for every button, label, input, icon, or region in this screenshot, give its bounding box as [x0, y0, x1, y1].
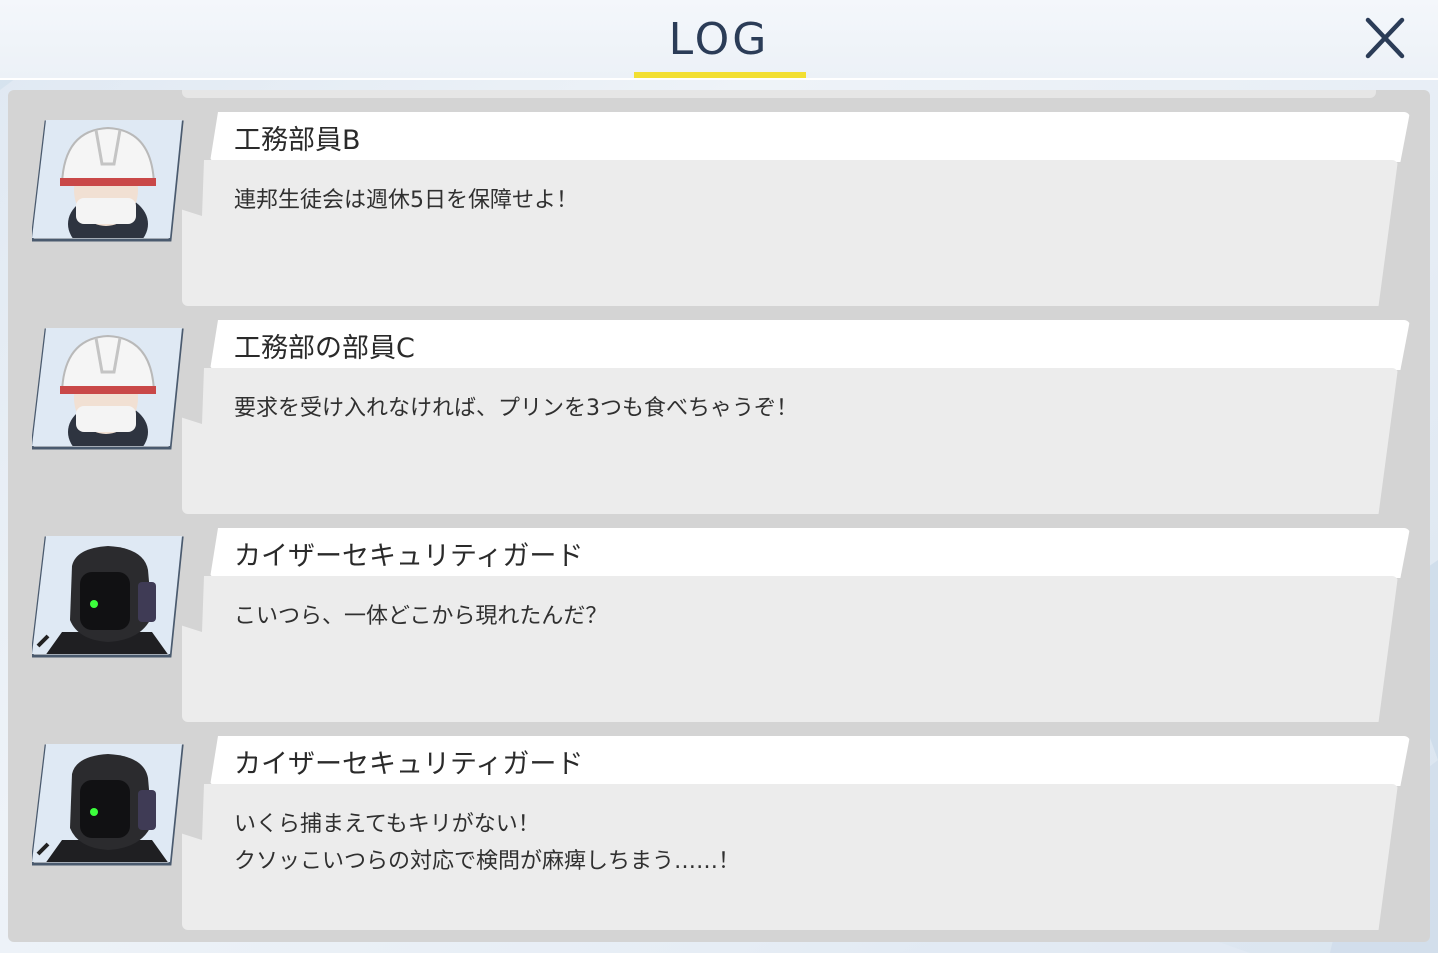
name-strip	[210, 112, 1410, 162]
title-underline	[634, 72, 806, 78]
helmet-mask-portrait-icon	[30, 328, 184, 450]
robot-guard-portrait-icon	[30, 744, 184, 866]
close-icon	[1365, 17, 1405, 59]
helmet-mask-portrait-icon	[30, 120, 184, 242]
previous-entry-edge	[182, 90, 1376, 98]
message-text: いくら捕まえてもキリがない！ クソッこいつらの対応で検問が麻痺しちまう……！	[234, 812, 741, 874]
speaker-avatar	[30, 536, 184, 660]
speaker-name: 工務部の部員C	[234, 333, 415, 364]
log-entry: カイザーセキュリティガード いくら捕まえてもキリがない！ クソッこいつらの対応で…	[8, 714, 1430, 930]
log-entry: 工務部員B 連邦生徒会は週休5日を保障せよ！	[8, 90, 1430, 306]
speaker-name: 工務部員B	[234, 125, 361, 156]
log-list[interactable]: 工務部員B 連邦生徒会は週休5日を保障せよ！ 工務部の部員C 要求を受け入れなけ…	[8, 90, 1430, 942]
log-entry: カイザーセキュリティガード こいつら、一体どこから現れたんだ？	[8, 506, 1430, 722]
message-text: 連邦生徒会は週休5日を保障せよ！	[234, 188, 578, 213]
close-button[interactable]	[1358, 12, 1412, 66]
log-title: LOG	[668, 14, 770, 65]
log-header: LOG	[0, 0, 1438, 80]
speaker-name: カイザーセキュリティガード	[234, 541, 584, 572]
speaker-avatar	[30, 744, 184, 868]
speaker-avatar	[30, 328, 184, 452]
message-text: こいつら、一体どこから現れたんだ？	[234, 604, 608, 629]
robot-guard-portrait-icon	[30, 536, 184, 658]
speaker-name: カイザーセキュリティガード	[234, 749, 584, 780]
log-entry: 工務部の部員C 要求を受け入れなければ、プリンを3つも食べちゃうぞ！	[8, 298, 1430, 514]
message-text: 要求を受け入れなければ、プリンを3つも食べちゃうぞ！	[234, 396, 798, 421]
speaker-avatar	[30, 120, 184, 244]
